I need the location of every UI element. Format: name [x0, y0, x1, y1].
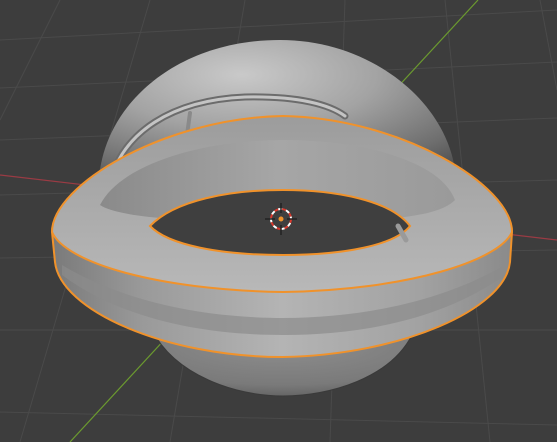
viewport-scene[interactable]	[0, 0, 557, 442]
3d-viewport[interactable]	[0, 0, 557, 442]
